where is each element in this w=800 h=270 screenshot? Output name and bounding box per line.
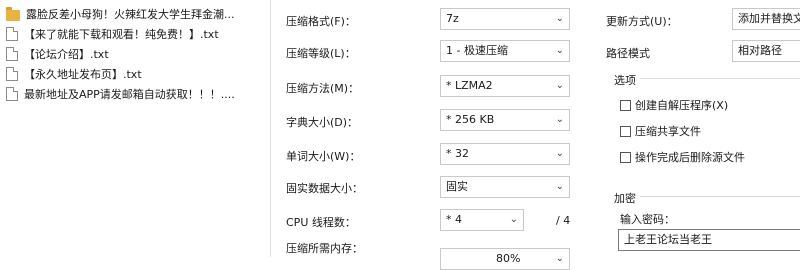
- compression-level-value: 1 - 极速压缩: [446, 44, 508, 57]
- file-name: 【来了就能下载和观看！纯免费！】.txt: [24, 28, 219, 41]
- checkbox[interactable]: [620, 125, 631, 137]
- folder-icon: [6, 6, 20, 21]
- password-input[interactable]: 上老王论坛当老王: [618, 229, 800, 251]
- path-mode-value: 相对路径: [738, 44, 782, 57]
- option-create-sfx[interactable]: 创建自解压程序(X): [620, 97, 728, 113]
- path-mode-select[interactable]: 相对路径: [732, 40, 800, 62]
- cpu-threads-value: * 4: [446, 213, 462, 226]
- options-group-title: 选项: [614, 74, 636, 87]
- file-name: 【论坛介绍】.txt: [24, 48, 109, 61]
- solid-block-size-value: 固实: [446, 180, 468, 193]
- file-list-item[interactable]: 【永久地址发布页】.txt: [0, 64, 268, 84]
- options-group-border: [640, 78, 800, 79]
- memory-usage-select[interactable]: 80% ⌄: [440, 248, 570, 270]
- solid-block-size-label: 固实数据大小：: [286, 182, 363, 195]
- file-name: 【永久地址发布页】.txt: [24, 68, 142, 81]
- chevron-down-icon: ⌄: [555, 80, 564, 91]
- update-mode-select[interactable]: 添加并替换文: [732, 8, 800, 30]
- memory-usage-value: 80%: [496, 252, 521, 265]
- option-label: 压缩共享文件: [635, 125, 701, 138]
- password-value: 上老王论坛当老王: [624, 233, 712, 246]
- chevron-down-icon: ⌄: [509, 214, 518, 225]
- file-name: 最新地址及APP请发邮箱自动获取！！！....: [24, 88, 235, 101]
- archive-format-value: 7z: [446, 12, 459, 25]
- chevron-down-icon: ⌄: [555, 45, 564, 56]
- solid-block-size-select[interactable]: 固实 ⌄: [440, 176, 570, 198]
- file-list: 露脸反差小母狗！火辣红发大学生拜金潮... 【来了就能下载和观看！纯免费！】.t…: [0, 0, 268, 257]
- cpu-threads-total: / 4: [556, 214, 571, 227]
- dictionary-size-select[interactable]: * 256 KB ⌄: [440, 109, 570, 131]
- word-size-value: * 32: [446, 147, 469, 160]
- file-list-item[interactable]: 露脸反差小母狗！火辣红发大学生拜金潮...: [0, 4, 268, 24]
- compression-level-label: 压缩等级(L)：: [286, 47, 356, 60]
- dictionary-size-value: * 256 KB: [446, 113, 495, 126]
- option-compress-shared[interactable]: 压缩共享文件: [620, 123, 701, 139]
- archive-format-select[interactable]: 7z ⌄: [440, 8, 570, 30]
- compression-method-select[interactable]: * LZMA2 ⌄: [440, 75, 570, 97]
- chevron-down-icon: ⌄: [555, 181, 564, 192]
- path-mode-label: 路径模式: [606, 47, 650, 60]
- file-name: 露脸反差小母狗！火辣红发大学生拜金潮...: [26, 8, 235, 21]
- chevron-down-icon: ⌄: [555, 148, 564, 159]
- update-mode-value: 添加并替换文: [738, 12, 800, 25]
- option-label: 创建自解压程序(X): [635, 99, 729, 112]
- checkbox[interactable]: [620, 99, 631, 111]
- option-label: 操作完成后删除源文件: [635, 151, 745, 164]
- chevron-down-icon: ⌄: [555, 114, 564, 125]
- cpu-threads-select[interactable]: * 4 ⌄: [440, 209, 524, 231]
- word-size-select[interactable]: * 32 ⌄: [440, 143, 570, 165]
- compression-method-label: 压缩方法(M)：: [286, 82, 360, 95]
- cpu-threads-label: CPU 线程数：: [286, 216, 356, 229]
- update-mode-label: 更新方式(U)：: [606, 15, 678, 28]
- text-file-icon: [6, 67, 18, 81]
- option-delete-after[interactable]: 操作完成后删除源文件: [620, 149, 745, 165]
- file-list-item[interactable]: 【来了就能下载和观看！纯免费！】.txt: [0, 24, 268, 44]
- chevron-down-icon: ⌄: [555, 253, 564, 264]
- encryption-group-title: 加密: [614, 192, 636, 205]
- panel-divider: [270, 0, 271, 257]
- compression-level-select[interactable]: 1 - 极速压缩 ⌄: [440, 40, 570, 62]
- encryption-group-border: [640, 196, 800, 197]
- text-file-icon: [6, 27, 18, 41]
- text-file-icon: [6, 87, 18, 101]
- text-file-icon: [6, 47, 18, 61]
- password-label: 输入密码：: [620, 213, 675, 226]
- dictionary-size-label: 字典大小(D)：: [286, 116, 359, 129]
- memory-usage-label: 压缩所需内存：: [286, 242, 363, 255]
- compression-method-value: * LZMA2: [446, 79, 493, 92]
- chevron-down-icon: ⌄: [555, 13, 564, 24]
- file-list-item[interactable]: 最新地址及APP请发邮箱自动获取！！！....: [0, 84, 268, 104]
- file-list-item[interactable]: 【论坛介绍】.txt: [0, 44, 268, 64]
- word-size-label: 单词大小(W)：: [286, 150, 361, 163]
- checkbox[interactable]: [620, 151, 631, 163]
- archive-format-label: 压缩格式(F)：: [286, 15, 356, 28]
